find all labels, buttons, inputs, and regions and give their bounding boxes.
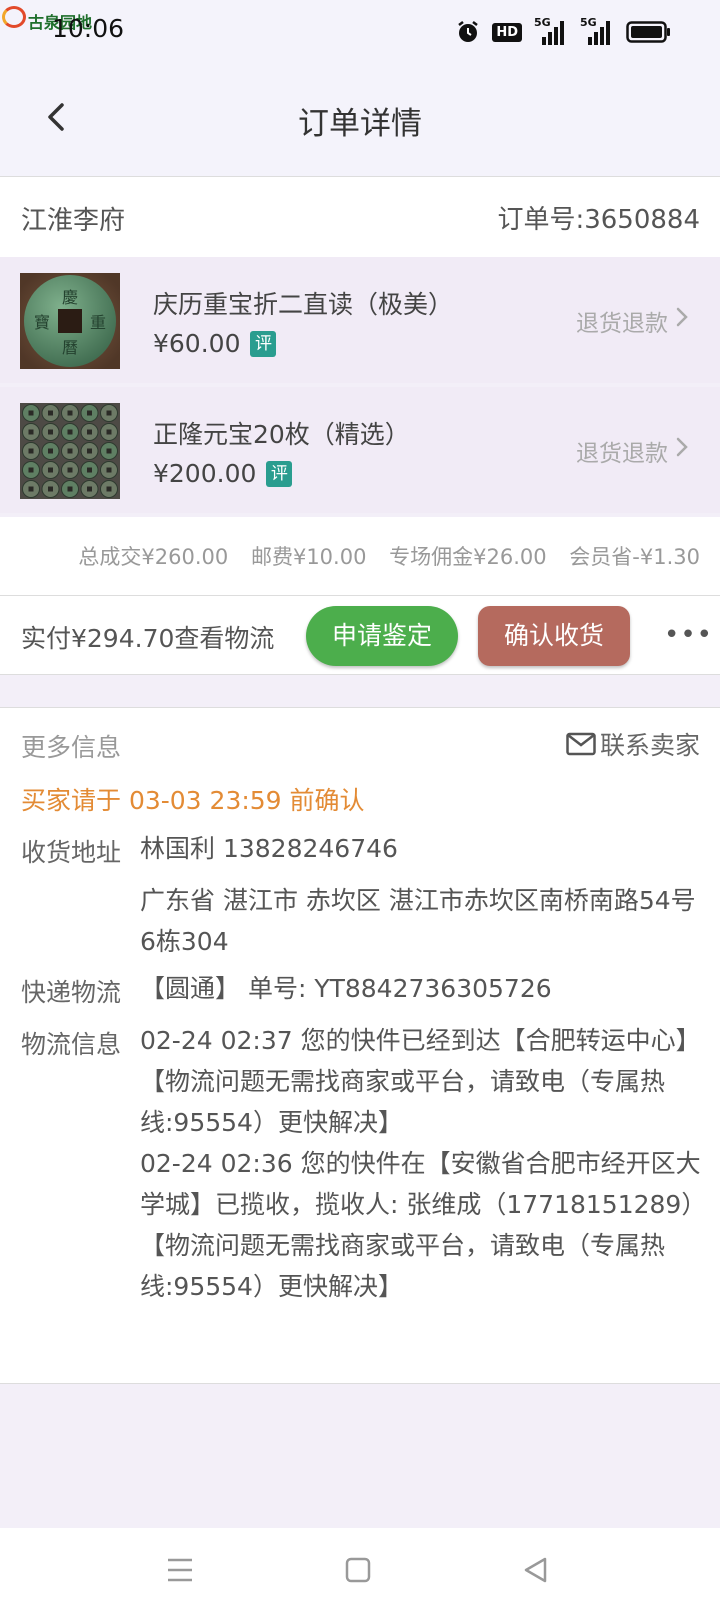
logistics-entry: 02-24 02:36 您的快件在【安徽省合肥市经开区大学城】已揽收，揽收人: … bbox=[140, 1149, 701, 1301]
hd-icon: HD bbox=[492, 22, 522, 42]
menu-icon[interactable] bbox=[160, 1550, 200, 1590]
svg-text:寶: 寶 bbox=[34, 313, 50, 332]
logistics-label: 物流信息 bbox=[21, 1030, 122, 1059]
section-title: 更多信息 bbox=[21, 733, 122, 762]
item-price-value: ¥60.00 bbox=[153, 329, 241, 358]
order-item[interactable]: 慶 曆 寶 重 庆历重宝折二直读（极美） ¥60.00 评 退货退款 bbox=[0, 257, 720, 383]
more-info-section: 更多信息 联系卖家 买家请于 03-03 23:59 前确认 收货地址 林国利 … bbox=[0, 707, 720, 1384]
status-bar: 古泉园地 10:06 HD 5G 5G bbox=[0, 0, 720, 62]
logistics-entry: 02-24 02:37 您的快件已经到达【合肥转运中心】【物流问题无需找商家或平… bbox=[140, 1026, 701, 1137]
system-nav-bar bbox=[0, 1528, 720, 1612]
battery-icon bbox=[626, 21, 670, 43]
chevron-right-icon[interactable] bbox=[674, 435, 690, 459]
refund-link[interactable]: 退货退款 bbox=[576, 434, 668, 468]
shop-name[interactable]: 江淮李府 bbox=[21, 200, 125, 237]
logistics-timeline: 02-24 02:37 您的快件已经到达【合肥转运中心】【物流问题无需找商家或平… bbox=[140, 1020, 705, 1307]
page-title: 订单详情 bbox=[298, 106, 422, 142]
shop-row: 江淮李府 订单号:3650884 bbox=[0, 177, 720, 257]
address-detail: 广东省 湛江市 赤坎区 湛江市赤坎区南桥南路54号6栋304 bbox=[140, 886, 696, 956]
address-label: 收货地址 bbox=[21, 838, 122, 867]
contact-seller-label: 联系卖家 bbox=[599, 731, 700, 760]
alarm-icon bbox=[458, 21, 479, 42]
apply-appraisal-button[interactable]: 申请鉴定 bbox=[306, 606, 458, 666]
order-item[interactable]: 正隆元宝20枚（精选） ¥200.00 评 退货退款 bbox=[0, 387, 720, 513]
address-contact: 林国利 13828246746 bbox=[140, 834, 398, 863]
item-price-value: ¥200.00 bbox=[153, 459, 257, 488]
signal-icon: 5G bbox=[534, 16, 568, 45]
svg-text:慶: 慶 bbox=[62, 288, 78, 307]
back-triangle-icon[interactable] bbox=[516, 1550, 556, 1590]
item-price: ¥60.00 评 bbox=[153, 329, 277, 358]
fee-breakdown: 总成交¥260.00 邮费¥10.00 专场佣金¥26.00 会员省-¥1.30 bbox=[62, 541, 700, 571]
home-icon[interactable] bbox=[338, 1550, 378, 1590]
coin-thumbnail: 慶 曆 寶 重 bbox=[20, 273, 120, 369]
confirm-receipt-button[interactable]: 确认收货 bbox=[478, 606, 630, 666]
paid-amount: 实付¥294.70查看物流 bbox=[21, 619, 274, 655]
express-label: 快递物流 bbox=[21, 978, 122, 1007]
status-icons: HD 5G 5G bbox=[456, 16, 672, 46]
coins-thumbnail bbox=[20, 403, 120, 499]
fee-shipping: 邮费¥10.00 bbox=[250, 545, 367, 569]
signal-icon-2: 5G bbox=[580, 16, 614, 45]
svg-text:曆: 曆 bbox=[62, 338, 78, 357]
review-badge[interactable]: 评 bbox=[250, 330, 277, 357]
paid-value: 实付¥294.70 bbox=[21, 624, 175, 653]
fee-member-discount: 会员省-¥1.30 bbox=[569, 545, 700, 569]
fee-summary: 总成交¥260.00 邮费¥10.00 专场佣金¥26.00 会员省-¥1.30 bbox=[0, 517, 720, 596]
more-options-icon[interactable]: ••• bbox=[664, 620, 712, 650]
top-app-bar: 订单详情 bbox=[0, 62, 720, 177]
fee-commission: 专场佣金¥26.00 bbox=[389, 545, 547, 569]
mail-icon bbox=[566, 732, 596, 756]
clock: 10:06 bbox=[52, 14, 125, 43]
item-name: 庆历重宝折二直读（极美） bbox=[153, 290, 454, 319]
logo-icon bbox=[2, 6, 26, 28]
refund-link[interactable]: 退货退款 bbox=[576, 304, 668, 338]
order-number: 订单号:3650884 bbox=[497, 205, 700, 235]
chevron-right-icon[interactable] bbox=[674, 305, 690, 329]
item-name: 正隆元宝20枚（精选） bbox=[153, 420, 410, 449]
review-badge[interactable]: 评 bbox=[266, 460, 293, 487]
express-value[interactable]: 【圆通】 单号: YT8842736305726 bbox=[140, 968, 705, 1009]
payment-row: 实付¥294.70查看物流 申请鉴定 确认收货 ••• bbox=[0, 596, 720, 675]
contact-seller-button[interactable]: 联系卖家 bbox=[566, 726, 700, 762]
svg-text:重: 重 bbox=[90, 313, 106, 332]
item-price: ¥200.00 评 bbox=[153, 459, 293, 488]
fee-total: 总成交¥260.00 bbox=[78, 545, 229, 569]
view-logistics-link[interactable]: 查看物流 bbox=[174, 624, 274, 653]
confirm-deadline: 买家请于 03-03 23:59 前确认 bbox=[21, 786, 365, 815]
